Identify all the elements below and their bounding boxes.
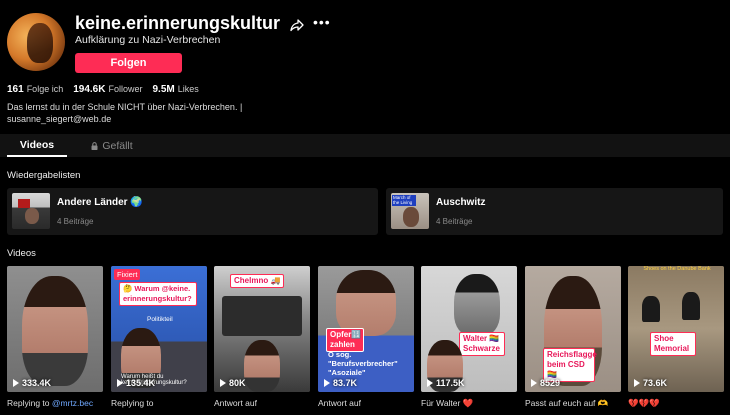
playlist-thumbnail: March of the Living — [391, 193, 429, 229]
video-card-6[interactable]: Reichsflagge beim CSD 🏳️‍🌈 8529 — [525, 266, 621, 392]
profile-subtitle: Aufklärung zu Nazi-Verbrechen — [75, 34, 221, 46]
shoe-shape — [682, 292, 700, 320]
play-icon — [634, 379, 640, 387]
playlist-card-auschwitz[interactable]: March of the Living Auschwitz 4 Beiträge — [386, 188, 723, 235]
video-card-5[interactable]: Walter 🏳️‍🌈 Schwarze 117.5K — [421, 266, 517, 392]
playlist-name: Andere Länder 🌍 — [57, 197, 143, 208]
video-card-4[interactable]: Opfer🔢 zahlen O sog. "Berufsverbrecher" … — [318, 266, 414, 392]
profile-avatar[interactable] — [7, 13, 65, 71]
video-truck — [222, 296, 302, 336]
shoe-shape — [642, 296, 660, 322]
video-views: 73.6K — [634, 378, 667, 388]
playlist-count: 4 Beiträge — [436, 217, 473, 226]
video-views: 83.7K — [324, 378, 357, 388]
video-sticker: Reichsflagge beim CSD 🏳️‍🌈 — [543, 348, 597, 382]
tab-liked-label: Gefällt — [102, 139, 133, 152]
videos-heading: Videos — [7, 248, 36, 259]
play-icon — [427, 379, 433, 387]
video-label: Politikteil — [147, 316, 173, 323]
stat-followers[interactable]: 194.6K Follower — [73, 84, 142, 95]
video-views: 135.4K — [117, 378, 155, 388]
mention-link[interactable]: @mrtz.bec — [52, 398, 93, 408]
video-sticker: Opfer🔢 zahlen — [326, 328, 364, 352]
video-views: 80K — [220, 378, 246, 388]
video-card-3[interactable]: Chelmno 🚚 80K — [214, 266, 310, 392]
playlist-count: 4 Beiträge — [57, 217, 94, 226]
stat-following-value: 161 — [7, 84, 24, 95]
playlist-thumbnail — [12, 193, 50, 229]
video-sticker: Walter 🏳️‍🌈 Schwarze — [459, 332, 505, 356]
video-person — [244, 340, 280, 392]
profile-tabs: Videos Gefällt — [0, 134, 730, 157]
video-caption-4[interactable]: Antwort auf — [318, 398, 418, 408]
video-views: 333.4K — [13, 378, 51, 388]
follow-button[interactable]: Folgen — [75, 53, 182, 73]
play-icon — [531, 379, 537, 387]
playlist-thumb-text: March of the Living — [392, 195, 416, 206]
tab-liked[interactable]: Gefällt — [82, 134, 142, 157]
stat-likes: 9.5M Likes — [152, 84, 198, 95]
playlist-card-andere-laender[interactable]: Andere Länder 🌍 4 Beiträge — [7, 188, 378, 235]
video-card-7[interactable]: Shoes on the Danube Bank Shoe Memorial 7… — [628, 266, 724, 392]
stat-likes-value: 9.5M — [152, 84, 175, 95]
bio-email: susanne_siegert@web.de — [7, 114, 112, 124]
playlist-name: Auschwitz — [436, 197, 486, 208]
profile-stats: 161 Folge ich 194.6K Follower 9.5M Likes — [7, 84, 209, 95]
video-person — [336, 270, 396, 336]
stat-likes-label: Likes — [177, 84, 199, 94]
more-options-icon[interactable]: ••• — [313, 15, 331, 29]
play-icon — [13, 379, 19, 387]
video-caption-6[interactable]: Passt auf euch auf 🫶 — [525, 398, 625, 409]
stat-following-label: Folge ich — [26, 84, 64, 94]
profile-username: keine.erinnerungskultur — [75, 13, 281, 33]
video-person — [22, 276, 88, 386]
video-sticker: Chelmno 🚚 — [230, 274, 285, 288]
play-icon — [220, 379, 226, 387]
video-top-text: Shoes on the Danube Bank — [643, 266, 711, 272]
stat-following[interactable]: 161 Folge ich — [7, 84, 63, 95]
video-caption-7[interactable]: 💔💔💔 — [628, 398, 728, 409]
profile-bio: Das lernst du in der Schule NICHT über N… — [7, 101, 247, 125]
video-caption-1[interactable]: Replying to @mrtz.bec — [7, 398, 107, 408]
video-views: 8529 — [531, 378, 560, 388]
tab-videos[interactable]: Videos — [7, 134, 67, 157]
video-views: 117.5K — [427, 378, 465, 388]
stat-followers-value: 194.6K — [73, 84, 106, 95]
video-historic-portrait — [454, 274, 500, 336]
lock-icon — [91, 141, 98, 150]
video-caption-2[interactable]: Replying to — [111, 398, 211, 408]
avatar-face — [27, 23, 53, 63]
video-card-2[interactable]: Fixiert 🤔 Warum @keine. erinnerungskultu… — [111, 266, 207, 392]
video-card-1[interactable]: 333.4K — [7, 266, 103, 392]
video-sticker: 🤔 Warum @keine. erinnerungskultur? — [119, 282, 197, 306]
stat-followers-label: Follower — [108, 84, 143, 94]
play-icon — [117, 379, 123, 387]
playlists-heading: Wiedergabelisten — [7, 170, 81, 181]
bio-line-1: Das lernst du in der Schule NICHT über N… — [7, 102, 243, 112]
pinned-badge: Fixiert — [114, 269, 141, 280]
video-overlay-text: O sog. "Berufsverbrecher" "Asoziale" — [328, 350, 398, 377]
video-sticker: Shoe Memorial — [650, 332, 696, 356]
play-icon — [324, 379, 330, 387]
video-caption-5[interactable]: Für Walter ❤️ — [421, 398, 521, 409]
video-caption-3[interactable]: Antwort auf — [214, 398, 314, 408]
share-icon[interactable] — [290, 18, 304, 32]
